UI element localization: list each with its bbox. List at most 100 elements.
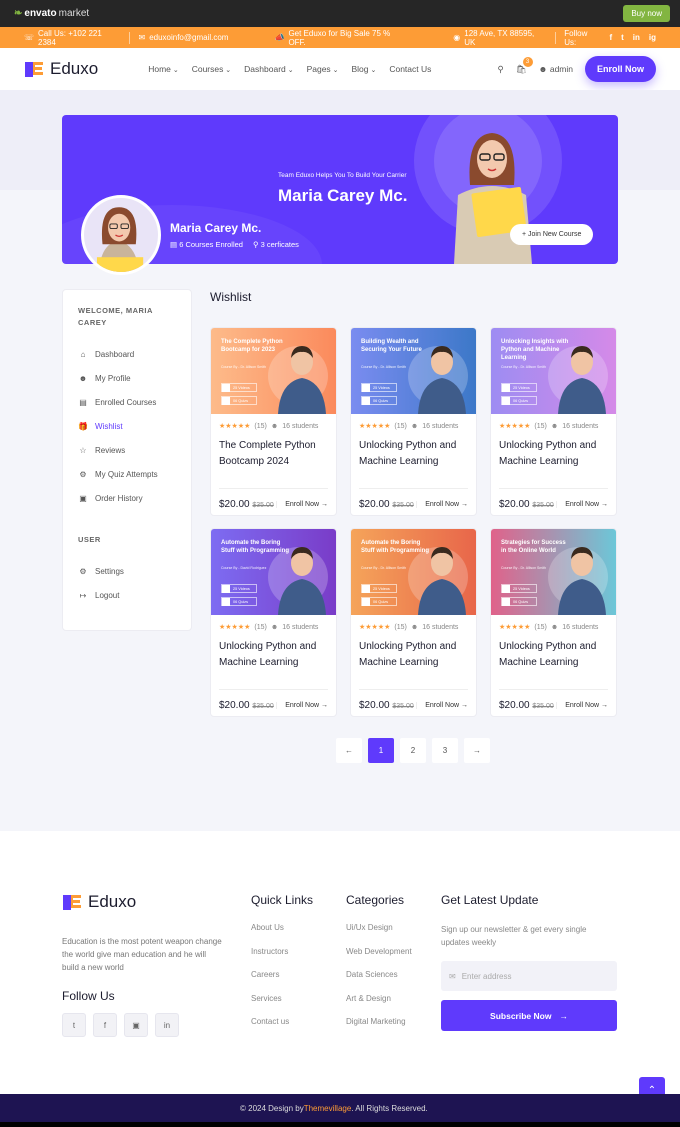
- old-price: $35.00: [252, 502, 274, 509]
- rating-stars: ★★★★★: [499, 624, 531, 631]
- enroll-now-link[interactable]: Enroll Now →: [276, 702, 328, 709]
- linkedin-icon[interactable]: in: [155, 1013, 179, 1037]
- nav-contact[interactable]: Contact Us: [389, 64, 431, 74]
- prev-page-button[interactable]: ←: [336, 738, 362, 763]
- enroll-now-button[interactable]: Enroll Now: [585, 56, 656, 82]
- sidebar-item-my-profile[interactable]: ☻ My Profile: [78, 366, 176, 390]
- course-title[interactable]: Unlocking Python and Machine Learning: [499, 639, 608, 679]
- banner-tagline: Team Eduxo Helps You To Build Your Carri…: [278, 172, 407, 179]
- instagram-icon[interactable]: ig: [649, 33, 656, 42]
- course-thumbnail[interactable]: The Complete Python Bootcamp for 2023 Co…: [211, 328, 336, 414]
- category-link[interactable]: Data Sciences: [346, 970, 412, 994]
- page-1-button[interactable]: 1: [368, 738, 394, 763]
- next-page-button[interactable]: →: [464, 738, 490, 763]
- quick-links: Quick Links About Us Instructors Careers…: [251, 893, 313, 1041]
- enroll-now-link[interactable]: Enroll Now →: [556, 501, 608, 508]
- videos-chip: 25 Videos: [361, 584, 397, 593]
- footer-link[interactable]: Instructors: [251, 947, 313, 971]
- facebook-icon[interactable]: f: [609, 33, 612, 42]
- students-icon: ☻: [410, 623, 419, 631]
- nav-home[interactable]: Home: [148, 64, 179, 74]
- sidebar-item-settings[interactable]: ⚙ Settings: [78, 559, 176, 583]
- course-card[interactable]: Automate the Boring Stuff with Programmi…: [350, 528, 477, 717]
- course-thumbnail[interactable]: Building Wealth and Securing Your Future…: [351, 328, 476, 414]
- footer-description: Education is the most potent weapon chan…: [62, 937, 222, 972]
- nav-courses[interactable]: Courses: [192, 64, 231, 74]
- sidebar-item-dashboard[interactable]: ⌂ Dashboard: [78, 342, 176, 366]
- nav-pages[interactable]: Pages: [307, 64, 339, 74]
- course-card[interactable]: Unlocking Insights with Python and Machi…: [490, 327, 617, 516]
- sidebar-item-reviews[interactable]: ☆ Reviews: [78, 438, 176, 462]
- category-link[interactable]: Web Development: [346, 947, 412, 971]
- email-info[interactable]: ✉ eduxoinfo@gmail.com: [138, 33, 228, 42]
- email-input[interactable]: ✉ Enter address: [441, 961, 617, 991]
- instagram-icon[interactable]: ▣: [124, 1013, 148, 1037]
- phone-info[interactable]: ☏ Call Us: +102 221 2384: [24, 29, 121, 47]
- category-link[interactable]: Art & Design: [346, 994, 412, 1018]
- envato-bar: ❧ envato market Buy now: [0, 0, 680, 27]
- students-count: 16 students: [562, 422, 599, 430]
- enroll-now-link[interactable]: Enroll Now →: [416, 702, 468, 709]
- envato-logo[interactable]: ❧ envato market: [14, 8, 89, 19]
- enroll-now-link[interactable]: Enroll Now →: [276, 501, 328, 508]
- course-thumbnail[interactable]: Strategies for Success in the Online Wor…: [491, 529, 616, 615]
- footer-logo[interactable]: Eduxo: [62, 892, 136, 912]
- enroll-now-link[interactable]: Enroll Now →: [556, 702, 608, 709]
- thumb-author: Course By - Dr. Allison Smith: [361, 566, 406, 570]
- buy-now-button[interactable]: Buy now: [623, 5, 670, 22]
- promo-info: 📣 Get Eduxo for Big Sale 75 % OFF.: [274, 28, 391, 47]
- brand-logo[interactable]: Eduxo: [24, 59, 98, 79]
- page-3-button[interactable]: 3: [432, 738, 458, 763]
- old-price: $35.00: [252, 703, 274, 710]
- sidebar-item-quiz-attempts[interactable]: ⚙ My Quiz Attempts: [78, 462, 176, 486]
- quiz-icon: [502, 396, 510, 405]
- rating-stars: ★★★★★: [499, 423, 531, 430]
- quiz-icon: [502, 597, 510, 606]
- nav-blog[interactable]: Blog: [352, 64, 377, 74]
- facebook-icon[interactable]: f: [93, 1013, 117, 1037]
- footer-link[interactable]: Careers: [251, 970, 313, 994]
- nav-dashboard[interactable]: Dashboard: [244, 64, 293, 74]
- user-menu[interactable]: ☻ admin: [539, 64, 573, 74]
- course-title[interactable]: Unlocking Python and Machine Learning: [359, 438, 468, 478]
- category-link[interactable]: Digital Marketing: [346, 1017, 412, 1041]
- page-2-button[interactable]: 2: [400, 738, 426, 763]
- twitter-icon[interactable]: t: [621, 33, 624, 42]
- footer-link[interactable]: Services: [251, 994, 313, 1018]
- twitter-icon[interactable]: t: [62, 1013, 86, 1037]
- linkedin-icon[interactable]: in: [633, 33, 640, 42]
- footer-link[interactable]: About Us: [251, 923, 313, 947]
- search-icon[interactable]: ⚲: [497, 64, 503, 75]
- course-title[interactable]: The Complete Python Bootcamp 2024: [219, 438, 328, 478]
- course-thumbnail[interactable]: Unlocking Insights with Python and Machi…: [491, 328, 616, 414]
- course-card[interactable]: Strategies for Success in the Online Wor…: [490, 528, 617, 717]
- course-title[interactable]: Unlocking Python and Machine Learning: [499, 438, 608, 478]
- old-price: $35.00: [392, 703, 414, 710]
- nav-menu: Home Courses Dashboard Pages Blog Contac…: [148, 64, 431, 74]
- subscribe-button[interactable]: Subscribe Now →: [441, 1000, 617, 1031]
- videos-chip: 25 Videos: [221, 584, 257, 593]
- video-icon: [502, 383, 510, 392]
- join-new-course-button[interactable]: + Join New Course: [510, 224, 594, 245]
- video-icon: [222, 383, 230, 392]
- cart-button[interactable]: 🛍 3: [516, 56, 533, 75]
- category-link[interactable]: Ui/Ux Design: [346, 923, 412, 947]
- enroll-now-link[interactable]: Enroll Now →: [416, 501, 468, 508]
- sidebar-item-enrolled-courses[interactable]: ▤ Enrolled Courses: [78, 390, 176, 414]
- course-thumbnail[interactable]: Automate the Boring Stuff with Programmi…: [211, 529, 336, 615]
- course-card[interactable]: Automate the Boring Stuff with Programmi…: [210, 528, 337, 717]
- pagination: ← 1 2 3 →: [336, 738, 490, 763]
- sidebar-item-order-history[interactable]: ▣ Order History: [78, 486, 176, 510]
- course-title[interactable]: Unlocking Python and Machine Learning: [219, 639, 328, 679]
- course-thumbnail[interactable]: Automate the Boring Stuff with Programmi…: [351, 529, 476, 615]
- sidebar-item-logout[interactable]: ↦ Logout: [78, 583, 176, 607]
- sidebar-item-wishlist[interactable]: 🎁 Wishlist: [78, 414, 176, 438]
- course-card[interactable]: The Complete Python Bootcamp for 2023 Co…: [210, 327, 337, 516]
- course-price: $20.00 $35.00: [219, 700, 274, 711]
- themevillage-link[interactable]: Themevillage: [304, 1104, 352, 1113]
- calendar-icon: ▣: [79, 493, 87, 503]
- footer-link[interactable]: Contact us: [251, 1017, 313, 1041]
- students-count: 16 students: [422, 623, 459, 631]
- course-card[interactable]: Building Wealth and Securing Your Future…: [350, 327, 477, 516]
- course-title[interactable]: Unlocking Python and Machine Learning: [359, 639, 468, 679]
